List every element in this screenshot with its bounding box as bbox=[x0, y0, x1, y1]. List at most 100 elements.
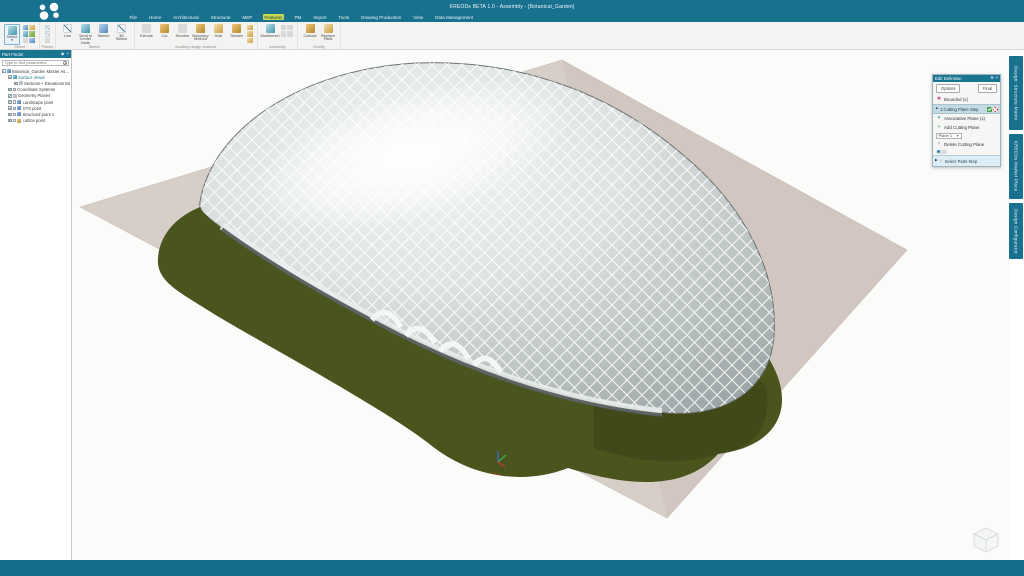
contact-button[interactable]: Contact bbox=[302, 24, 318, 37]
dialog-titlebar[interactable]: Edit Definition ⚙ × bbox=[933, 75, 1000, 82]
plane-select[interactable]: Plane 1 ▼ bbox=[936, 133, 962, 139]
boundary-method-button[interactable]: Boundary Method bbox=[193, 24, 209, 41]
expand-expander-icon[interactable] bbox=[8, 106, 12, 110]
revolve-button[interactable]: Revolve bbox=[175, 24, 191, 37]
eraser-icon[interactable] bbox=[23, 38, 29, 44]
checkbox[interactable] bbox=[13, 113, 16, 116]
bounded-label[interactable]: Bounded (x) bbox=[944, 97, 968, 102]
collapse-icon[interactable]: ▲ bbox=[935, 107, 939, 111]
tree-item-label[interactable]: Surface Views bbox=[18, 75, 45, 80]
checkbox[interactable] bbox=[13, 88, 16, 91]
cutting-plane-step-header[interactable]: ▲ 1 Cutting Plane Step bbox=[933, 104, 1000, 114]
axis-icon[interactable] bbox=[45, 31, 51, 37]
draft-icon[interactable] bbox=[247, 25, 253, 31]
pointer-icon[interactable] bbox=[23, 25, 29, 31]
model-viewport[interactable] bbox=[72, 50, 1010, 560]
filter-icon[interactable] bbox=[29, 38, 35, 44]
tree-item-label[interactable]: DTS point bbox=[23, 106, 42, 111]
3d-sketch-button[interactable]: 3D Sketch bbox=[114, 24, 130, 41]
tab-label: Design: Structure Matrix bbox=[1014, 66, 1019, 120]
add-cutting-plane-label[interactable]: Add Cutting Plane bbox=[944, 125, 979, 130]
workbench-button[interactable]: Workbench bbox=[262, 24, 278, 37]
associative-plane-label[interactable]: Associative Plane (x) bbox=[944, 116, 985, 121]
tab-design-configurator[interactable]: Design Configurator bbox=[1009, 203, 1023, 259]
close-icon[interactable]: × bbox=[996, 76, 998, 80]
line-button[interactable]: Line bbox=[60, 24, 76, 37]
collapse-expander-icon[interactable] bbox=[2, 69, 6, 73]
close-icon[interactable]: × bbox=[67, 52, 69, 56]
menu-mep[interactable]: MEP bbox=[241, 14, 254, 20]
select-button[interactable]: Select ▾ bbox=[4, 24, 20, 45]
thicken-button[interactable]: Thicken bbox=[229, 24, 245, 37]
expand-expander-icon[interactable] bbox=[8, 88, 12, 92]
menu-data-management[interactable]: Data Management bbox=[434, 14, 475, 20]
3d-sketch-label: 3D Sketch bbox=[114, 34, 130, 42]
cut-button[interactable]: Cut bbox=[157, 24, 173, 37]
tree-item-label[interactable]: Coordinate Systems bbox=[17, 87, 55, 92]
menu-file[interactable]: File bbox=[128, 14, 138, 20]
mirror-icon[interactable] bbox=[281, 25, 287, 31]
checkbox[interactable] bbox=[13, 107, 16, 110]
ribbon-group-assembly: Workbench Assembly bbox=[258, 22, 298, 49]
expand-expander-icon[interactable] bbox=[8, 100, 12, 104]
gear-icon[interactable]: ⚙ bbox=[990, 76, 994, 80]
scale-icon[interactable] bbox=[281, 31, 287, 37]
point-icon[interactable] bbox=[45, 38, 51, 44]
views-icon bbox=[13, 75, 17, 79]
menu-architectural[interactable]: Architectural bbox=[172, 14, 201, 20]
plane-icon[interactable] bbox=[45, 25, 51, 31]
menu-home[interactable]: Home bbox=[147, 14, 162, 20]
menu-tools[interactable]: Tools bbox=[337, 14, 351, 20]
menu-features[interactable]: Features bbox=[263, 14, 284, 20]
search-input[interactable] bbox=[3, 60, 63, 65]
pattern-icon[interactable] bbox=[287, 25, 293, 31]
send-to-center-node-button[interactable]: Send to Center Node bbox=[78, 24, 94, 45]
expand-icon[interactable]: ▶ bbox=[935, 159, 938, 163]
tree-item-label[interactable]: Structural point 1 bbox=[23, 112, 55, 117]
delete-cutting-plane-label[interactable]: Delete Cutting Plane bbox=[944, 142, 984, 147]
confirm-step-button[interactable] bbox=[987, 107, 992, 112]
expand-expander-icon[interactable] bbox=[8, 94, 12, 98]
title-bar: KREODs BETA 1.0 - Assembly - [Botanical_… bbox=[0, 0, 1024, 22]
select-icon bbox=[8, 26, 17, 35]
tree-item-label[interactable]: Landscape point bbox=[23, 100, 54, 105]
tree-item-label[interactable]: Lattice point bbox=[23, 118, 46, 123]
hole-button[interactable]: Hole bbox=[211, 24, 227, 37]
tree-item-label[interactable]: Geometry Planes bbox=[18, 93, 50, 98]
plane-visibility-toggle[interactable] bbox=[936, 150, 947, 155]
stretch-icon bbox=[99, 24, 108, 33]
move-icon[interactable] bbox=[287, 31, 293, 37]
checkbox[interactable] bbox=[13, 119, 16, 122]
checkbox[interactable] bbox=[13, 100, 16, 103]
menu-structural[interactable]: Structural bbox=[209, 14, 232, 20]
replace-parts-button[interactable]: Replace Parts bbox=[320, 24, 336, 41]
tree-item-label[interactable]: Botanical_Garden Master Assembly bbox=[12, 69, 71, 74]
expand-expander-icon[interactable] bbox=[14, 82, 18, 86]
select-parts-step-header[interactable]: ▶ ✓ Select Parts Step bbox=[933, 155, 1000, 166]
brush-icon[interactable] bbox=[29, 31, 35, 37]
lasso-select-icon[interactable] bbox=[23, 31, 29, 37]
rib-icon[interactable] bbox=[247, 38, 253, 44]
box-select-icon[interactable] bbox=[29, 25, 35, 31]
menu-drawing-production[interactable]: Drawing Production bbox=[360, 14, 403, 20]
cancel-step-button[interactable] bbox=[993, 107, 998, 112]
menu-view[interactable]: View bbox=[412, 14, 425, 20]
pin-icon[interactable]: ◉ bbox=[61, 52, 65, 56]
options-button[interactable]: Options bbox=[936, 84, 960, 93]
expand-expander-icon[interactable] bbox=[8, 119, 12, 123]
extrude-button[interactable]: Extrude bbox=[139, 24, 155, 37]
tree-item-label[interactable]: Sections + Elevations list bbox=[24, 81, 70, 86]
tab-design-structure-matrix[interactable]: Design: Structure Matrix bbox=[1009, 56, 1023, 130]
stretch-button[interactable]: Stretch bbox=[96, 24, 112, 37]
menu-bar: File Home Architectural Structural MEP F… bbox=[128, 14, 474, 20]
delete-cutting-plane-icon: × bbox=[936, 141, 942, 147]
tab-kreods-market-place[interactable]: KREODs Market Place bbox=[1009, 134, 1023, 199]
expand-expander-icon[interactable] bbox=[8, 75, 12, 79]
tree-row: Lattice point bbox=[0, 118, 71, 124]
final-button[interactable]: Final bbox=[978, 84, 997, 93]
menu-pm[interactable]: PM bbox=[293, 14, 303, 20]
ribbon: Select ▾ Select Planes Line Send to Cent… bbox=[0, 22, 1024, 50]
shell-icon[interactable] bbox=[247, 31, 253, 37]
menu-import[interactable]: Import bbox=[312, 14, 328, 20]
expand-expander-icon[interactable] bbox=[8, 113, 12, 117]
